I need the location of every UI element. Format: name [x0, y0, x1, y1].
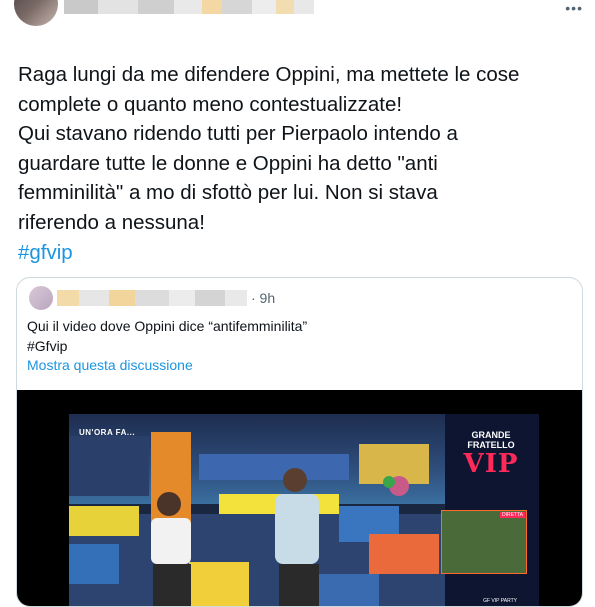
tweet-line: complete o quanto meno contestualizzate!	[18, 92, 403, 116]
quoted-avatar	[29, 286, 53, 310]
more-icon[interactable]: •••	[565, 0, 583, 16]
hashtag-link[interactable]: #gfvip	[18, 238, 578, 268]
video-player[interactable]: UN'ORA FA... GRANDE FRATELLO VIP DIRETTA…	[17, 390, 582, 606]
quoted-text-line: Qui il video dove Oppini dice “antifemmi…	[27, 318, 308, 334]
tweet-line: Raga lungi da me difendere Oppini, ma me…	[18, 63, 520, 86]
quoted-hashtag: #Gfvip	[27, 338, 68, 354]
show-thread-link[interactable]: Mostra questa discussione	[27, 357, 193, 373]
blurred-user-name[interactable]	[64, 0, 314, 14]
tweet-header: •••	[0, 0, 595, 32]
quoted-tweet[interactable]: · 9h Qui il video dove Oppini dice “anti…	[16, 277, 583, 607]
quoted-text: Qui il video dove Oppini dice “antifemmi…	[27, 316, 307, 356]
tweet-text: Raga lungi da me difendere Oppini, ma me…	[18, 60, 578, 267]
quoted-tweet-header: · 9h	[29, 286, 275, 310]
tweet-line: guardare tutte le donne e Oppini ha dett…	[18, 151, 438, 175]
inset-video	[441, 510, 527, 574]
studio-scene	[69, 432, 439, 606]
quoted-time: · 9h	[251, 290, 276, 306]
tweet-line: femminilità" a mo di sfottò per lui. Non…	[18, 181, 438, 205]
tweet-line: Qui stavano ridendo tutti per Pierpaolo …	[18, 122, 458, 146]
logo-top: GRANDE	[471, 430, 511, 440]
gf-vip-logo: GRANDE FRATELLO VIP	[455, 430, 527, 478]
video-overlay-text: UN'ORA FA...	[79, 428, 136, 437]
logo-vip: VIP	[463, 449, 519, 479]
inset-label: DIRETTA	[499, 512, 525, 518]
quoted-blurred-name	[57, 290, 247, 306]
avatar[interactable]	[14, 0, 58, 26]
party-label: GF VIP PARTY	[483, 598, 517, 604]
tweet-line: riferendo a nessuna!	[18, 210, 205, 234]
video-frame: UN'ORA FA... GRANDE FRATELLO VIP DIRETTA…	[69, 414, 539, 606]
